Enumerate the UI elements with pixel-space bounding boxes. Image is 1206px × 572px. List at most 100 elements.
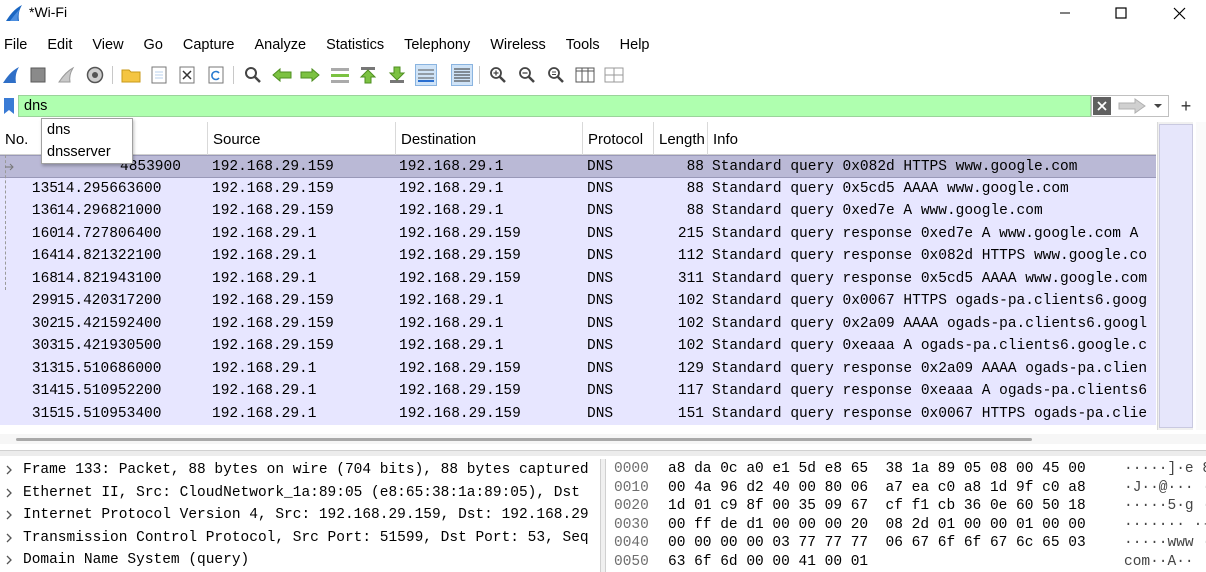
horizontal-scrollbar[interactable] <box>0 434 1206 444</box>
packet-row[interactable]: 164 14.821322100 192.168.29.1 192.168.29.15… <box>0 245 1156 268</box>
layout-button[interactable] <box>603 64 625 86</box>
detail-frame[interactable]: Frame 133: Packet, 88 bytes on wire (704… <box>0 459 600 482</box>
add-filter-button-plus-icon[interactable]: + <box>1175 95 1197 117</box>
bookmark-icon[interactable] <box>2 97 16 115</box>
bytes-row[interactable]: 0030 00 ff de d1 00 00 00 20 08 2d 01 00 … <box>606 517 1206 536</box>
menu-edit[interactable]: Edit <box>43 33 82 57</box>
column-destination[interactable]: Destination <box>396 122 583 155</box>
packet-row[interactable]: 313 15.510686000 192.168.29.1 192.168.29.15… <box>0 357 1156 380</box>
first-packet-icon <box>359 67 377 84</box>
packet-source: 192.168.29.159 <box>212 315 334 332</box>
column-protocol[interactable]: Protocol <box>583 122 654 155</box>
detail-ip[interactable]: Internet Protocol Version 4, Src: 192.16… <box>0 504 600 527</box>
packet-time: 14.821943100 <box>57 270 162 287</box>
go-forward-button[interactable] <box>299 64 321 86</box>
colorize-button[interactable] <box>451 64 473 86</box>
bytes-row[interactable]: 0050 63 6f 6d 00 00 41 00 01 com··A·· <box>606 554 1206 572</box>
packet-row[interactable]: 299 15.420317200 192.168.29.159 192.168.29.… <box>0 290 1156 313</box>
menu-capture[interactable]: Capture <box>179 33 245 57</box>
packet-row[interactable]: 135 14.295663600 192.168.29.159 192.168.29.… <box>0 177 1156 200</box>
display-filter-input[interactable]: dns <box>18 95 1091 117</box>
bytes-row[interactable]: 0000 a8 da 0c a0 e1 5d e8 65 38 1a 89 05 … <box>606 461 1206 480</box>
bytes-row[interactable]: 0020 1d 01 c9 8f 00 35 09 67 cf f1 cb 36 … <box>606 498 1206 517</box>
bytes-offset: 0030 <box>614 516 649 533</box>
restart-capture-button[interactable] <box>55 64 77 86</box>
save-file-button[interactable] <box>148 64 170 86</box>
menu-telephony[interactable]: Telephony <box>400 33 480 57</box>
pane-splitter[interactable] <box>0 450 1206 456</box>
bytes-hex: 1d 01 c9 8f 00 35 09 67 cf f1 cb 36 0e 6… <box>668 498 1086 515</box>
packet-info: Standard query response 0x5cd5 AAAA www.… <box>712 270 1148 287</box>
packet-destination: 192.168.29.1 <box>399 180 504 197</box>
filter-history-dropdown[interactable] <box>1151 97 1165 115</box>
packet-time: 15.510686000 <box>57 360 162 377</box>
scrollbar-thumb[interactable] <box>1196 122 1206 430</box>
menu-statistics[interactable]: Statistics <box>322 33 394 57</box>
bytes-row[interactable]: 0040 00 00 00 00 03 77 77 77 06 67 6f 6f … <box>606 535 1206 554</box>
menu-tools[interactable]: Tools <box>562 33 610 57</box>
start-capture-button[interactable] <box>0 64 22 86</box>
horizontal-scrollbar-thumb[interactable] <box>16 438 1032 441</box>
open-file-button[interactable] <box>120 64 142 86</box>
bytes-ascii: ·····]·e 8·····E· <box>1124 461 1206 477</box>
packet-row[interactable]: 160 14.727806400 192.168.29.1 192.168.29.15… <box>0 222 1156 245</box>
clear-filter-button[interactable] <box>1093 97 1111 115</box>
suggestion-item[interactable]: dnsserver <box>42 141 132 163</box>
menu-wireless[interactable]: Wireless <box>486 33 556 57</box>
packet-row[interactable]: 314 15.510952200 192.168.29.1 192.168.29.15… <box>0 380 1156 403</box>
minimize-button[interactable] <box>1042 0 1088 26</box>
packet-destination: 192.168.29.159 <box>399 405 521 422</box>
menu-file[interactable]: File <box>0 33 37 57</box>
packet-no: 136 <box>31 203 58 219</box>
packet-row[interactable]: 302 15.421592400 192.168.29.159 192.168.29.… <box>0 312 1156 335</box>
packet-row[interactable]: 303 15.421930500 192.168.29.159 192.168.29.… <box>0 335 1156 358</box>
packet-length: 112 <box>677 248 704 264</box>
detail-tcp[interactable]: Transmission Control Protocol, Src Port:… <box>0 527 600 550</box>
apply-filter-button[interactable] <box>1117 97 1147 115</box>
go-to-packet-button[interactable] <box>329 64 351 86</box>
main-toolbar <box>0 60 1206 90</box>
autoscroll-button[interactable] <box>415 64 437 86</box>
expand-arrow-icon[interactable] <box>4 487 14 499</box>
suggestion-item[interactable]: dns <box>42 119 132 141</box>
close-button[interactable] <box>1156 0 1202 26</box>
resize-columns-button[interactable] <box>574 64 596 86</box>
last-packet-button[interactable] <box>386 64 408 86</box>
detail-dns[interactable]: Domain Name System (query) <box>0 549 600 572</box>
first-packet-button[interactable] <box>357 64 379 86</box>
packet-no: 164 <box>31 248 58 264</box>
menu-view[interactable]: View <box>88 33 133 57</box>
maximize-button[interactable] <box>1098 0 1144 26</box>
close-file-button[interactable] <box>176 64 198 86</box>
normal-size-button[interactable] <box>545 64 567 86</box>
expand-arrow-icon[interactable] <box>4 554 14 566</box>
column-length[interactable]: Length <box>654 122 708 155</box>
packet-protocol: DNS <box>587 203 614 219</box>
column-source[interactable]: Source <box>208 122 396 155</box>
zoom-in-button[interactable] <box>487 64 509 86</box>
packet-row[interactable]: 136 14.296821000 192.168.29.159 192.168.29.… <box>0 200 1156 223</box>
zoom-out-button[interactable] <box>516 64 538 86</box>
column-info[interactable]: Info <box>708 122 1156 155</box>
packet-row[interactable]: 315 15.510953400 192.168.29.1 192.168.29.15… <box>0 402 1156 425</box>
find-packet-button[interactable] <box>242 64 264 86</box>
go-back-button[interactable] <box>271 64 293 86</box>
bytes-hex: 00 ff de d1 00 00 00 20 08 2d 01 00 00 0… <box>668 516 1086 533</box>
packet-row[interactable]: 168 14.821943100 192.168.29.1 192.168.29.15… <box>0 267 1156 290</box>
expand-arrow-icon[interactable] <box>4 509 14 521</box>
bytes-offset: 0020 <box>614 498 649 515</box>
menu-go[interactable]: Go <box>140 33 173 57</box>
column-no[interactable]: No. <box>0 122 42 155</box>
expand-arrow-icon[interactable] <box>4 464 14 476</box>
bytes-row[interactable]: 0010 00 4a 96 d2 40 00 80 06 a7 ea c0 a8 … <box>606 480 1206 499</box>
stop-capture-button[interactable] <box>27 64 49 86</box>
reload-file-button[interactable] <box>205 64 227 86</box>
menu-help[interactable]: Help <box>616 33 660 57</box>
detail-ethernet[interactable]: Ethernet II, Src: CloudNetwork_1a:89:05 … <box>0 482 600 505</box>
menu-analyze[interactable]: Analyze <box>250 33 316 57</box>
expand-arrow-icon[interactable] <box>4 532 14 544</box>
packet-minimap[interactable] <box>1159 124 1193 428</box>
packet-protocol: DNS <box>587 159 614 175</box>
capture-options-button[interactable] <box>84 64 106 86</box>
packet-row[interactable]: 4853900 192.168.29.159 192.168.29.1 DNS 88 St… <box>0 155 1156 178</box>
